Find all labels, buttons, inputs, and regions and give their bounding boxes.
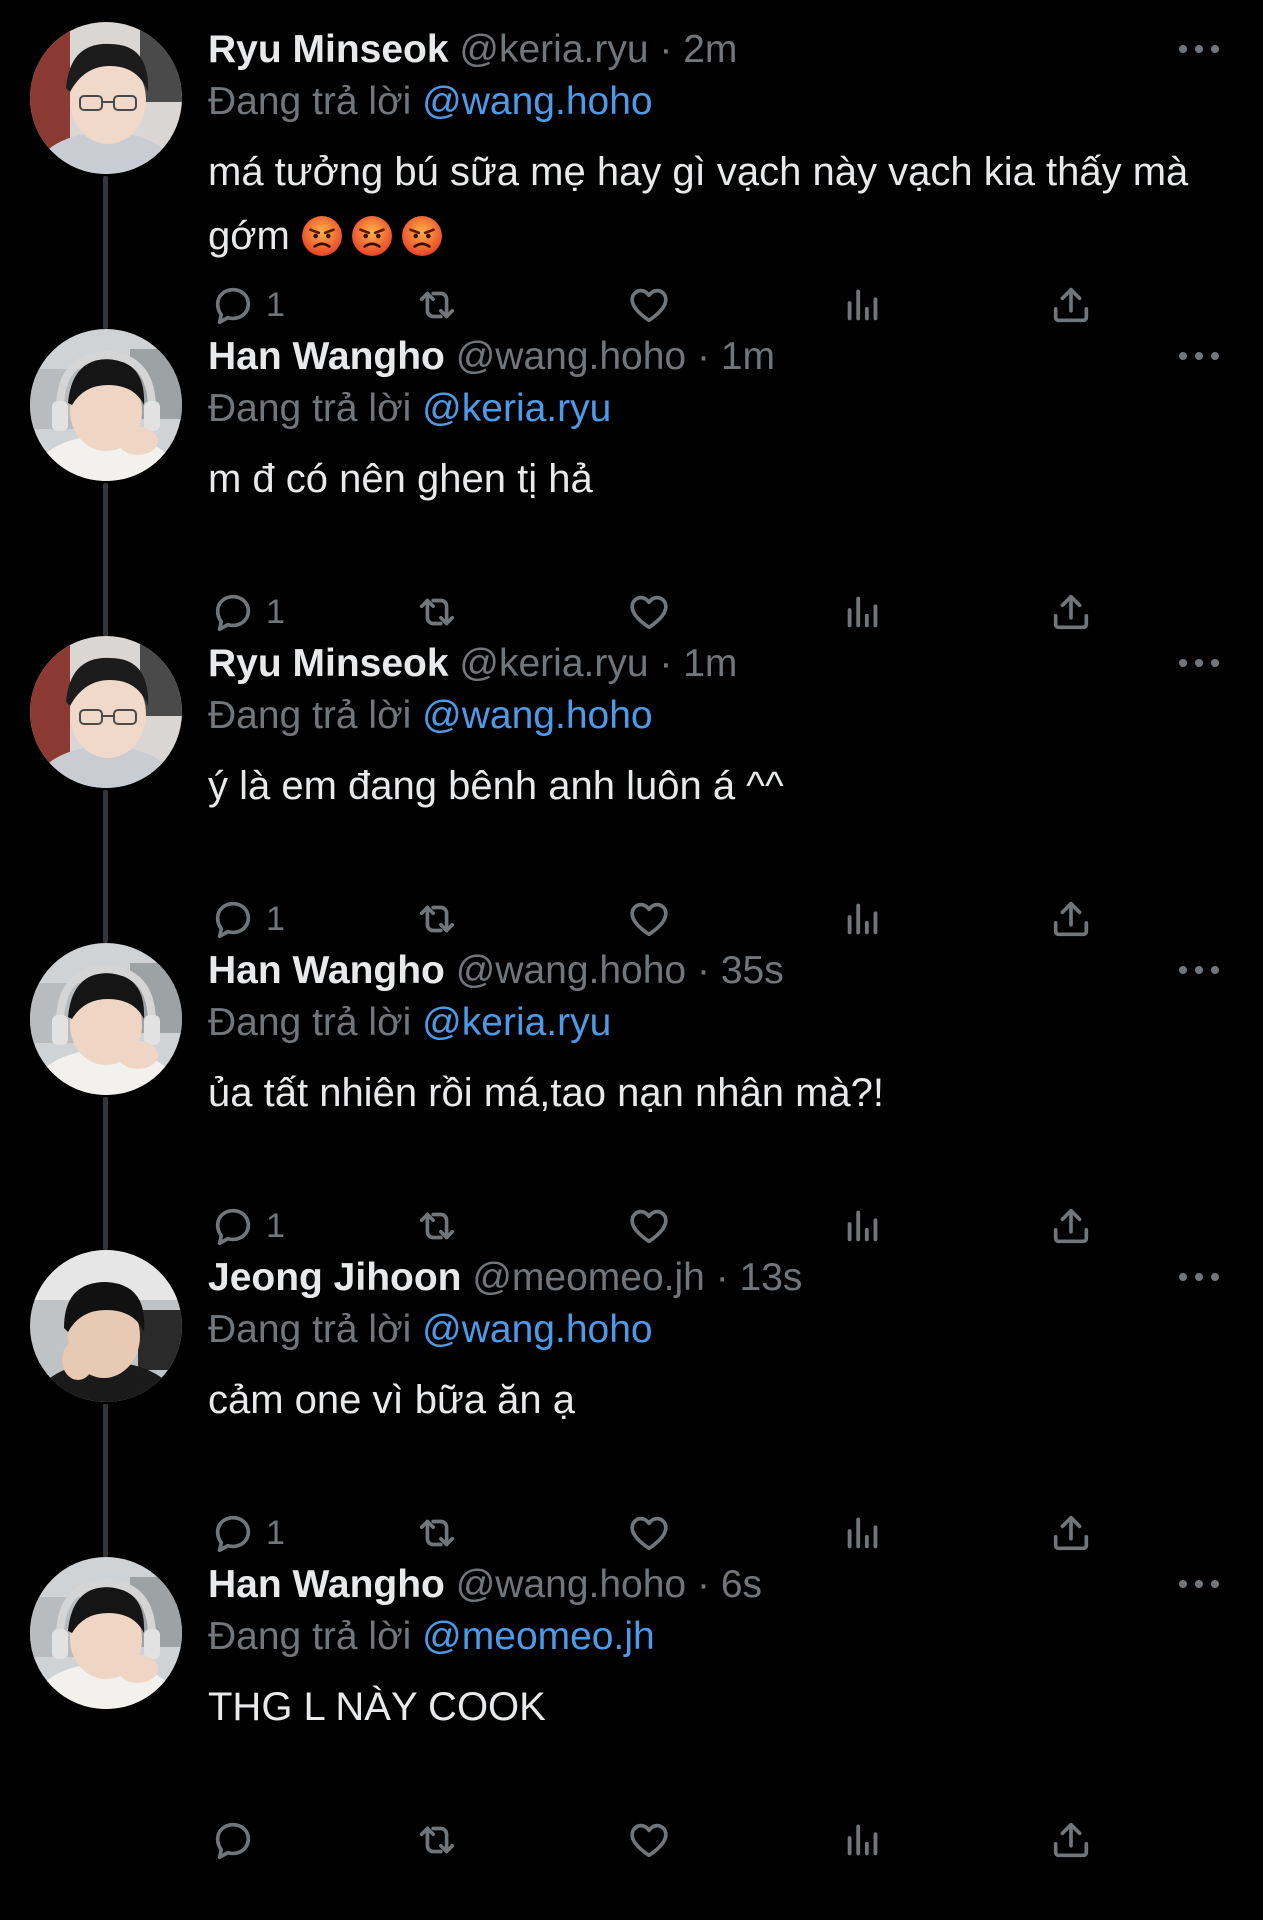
replying-to-label: Đang trả lời bbox=[208, 80, 412, 123]
separator-dot: · bbox=[659, 642, 673, 685]
avatar-han-wangho[interactable] bbox=[30, 1557, 182, 1709]
replying-to: Đang trả lời @wang.hoho bbox=[208, 1304, 653, 1356]
replying-to-label: Đang trả lời bbox=[208, 1615, 412, 1658]
separator-dot: · bbox=[696, 1563, 710, 1606]
user-handle[interactable]: @meomeo.jh bbox=[472, 1256, 705, 1299]
timestamp[interactable]: 2m bbox=[683, 28, 737, 71]
tweet[interactable]: Ryu Minseok @keria.ryu · 1m Đang trả lời … bbox=[0, 614, 1263, 943]
replying-to: Đang trả lời @wang.hoho bbox=[208, 690, 653, 742]
tweet-text-content: THG L NÀY COOK bbox=[208, 1685, 546, 1729]
angry-face-emoji bbox=[301, 215, 343, 257]
timestamp[interactable]: 6s bbox=[721, 1563, 762, 1606]
replying-to: Đang trả lời @keria.ryu bbox=[208, 997, 611, 1049]
tweet-header: Ryu Minseok @keria.ryu · 1m bbox=[208, 638, 737, 690]
retweet-icon bbox=[414, 1817, 460, 1863]
tweet[interactable]: Jeong Jihoon @meomeo.jh · 13s Đang trả lờ… bbox=[0, 1228, 1263, 1557]
replying-to-label: Đang trả lời bbox=[208, 1308, 412, 1351]
tweet-text: ý là em đang bênh anh luôn á ^^ bbox=[208, 754, 1208, 818]
views-button[interactable] bbox=[840, 1810, 886, 1870]
tweet[interactable]: Han Wangho @wang.hoho · 1m Đang trả lời @… bbox=[0, 307, 1263, 636]
avatar-han-wangho[interactable] bbox=[30, 329, 182, 481]
tweet-text-content: cảm one vì bữa ăn ạ bbox=[208, 1378, 575, 1422]
more-icon[interactable] bbox=[1177, 36, 1221, 62]
angry-face-emoji bbox=[401, 215, 443, 257]
tweet-header: Han Wangho @wang.hoho · 6s bbox=[208, 1559, 762, 1611]
tweet-text-content: ủa tất nhiên rồi má,tao nạn nhân mà?! bbox=[208, 1071, 885, 1115]
display-name[interactable]: Han Wangho bbox=[208, 335, 445, 378]
tweet[interactable]: Ryu Minseok @keria.ryu · 2m Đang trả lời … bbox=[0, 0, 1263, 329]
tweet-text-content: m đ có nên ghen tị hả bbox=[208, 457, 593, 501]
user-handle[interactable]: @wang.hoho bbox=[456, 335, 686, 378]
tweet-actions bbox=[0, 1810, 1263, 1870]
tweet-header: Ryu Minseok @keria.ryu · 2m bbox=[208, 24, 737, 76]
mention-link[interactable]: @wang.hoho bbox=[422, 80, 652, 123]
tweet-text: cảm one vì bữa ăn ạ bbox=[208, 1368, 1208, 1432]
avatar-han-wangho[interactable] bbox=[30, 943, 182, 1095]
display-name[interactable]: Ryu Minseok bbox=[208, 642, 449, 685]
more-icon[interactable] bbox=[1177, 650, 1221, 676]
angry-face-emoji bbox=[351, 215, 393, 257]
more-icon[interactable] bbox=[1177, 957, 1221, 983]
heart-button[interactable] bbox=[626, 1810, 672, 1870]
mention-link[interactable]: @wang.hoho bbox=[422, 1308, 652, 1351]
user-handle[interactable]: @keria.ryu bbox=[459, 28, 648, 71]
tweet[interactable]: Han Wangho @wang.hoho · 6s Đang trả lời @… bbox=[0, 1535, 1263, 1860]
mention-link[interactable]: @keria.ryu bbox=[422, 1001, 611, 1044]
reply-icon bbox=[210, 1817, 256, 1863]
avatar-ryu-minseok[interactable] bbox=[30, 636, 182, 788]
tweet-text: má tưởng bú sữa mẹ hay gì vạch này vạch … bbox=[208, 140, 1208, 268]
separator-dot: · bbox=[659, 28, 673, 71]
separator-dot: · bbox=[696, 335, 710, 378]
user-handle[interactable]: @wang.hoho bbox=[456, 1563, 686, 1606]
share-icon bbox=[1048, 1817, 1094, 1863]
display-name[interactable]: Han Wangho bbox=[208, 1563, 445, 1606]
replying-to-label: Đang trả lời bbox=[208, 694, 412, 737]
display-name[interactable]: Han Wangho bbox=[208, 949, 445, 992]
separator-dot: · bbox=[696, 949, 710, 992]
replying-to: Đang trả lời @meomeo.jh bbox=[208, 1611, 655, 1663]
separator-dot: · bbox=[715, 1256, 729, 1299]
conversation-thread: Ryu Minseok @keria.ryu · 2m Đang trả lời … bbox=[0, 0, 1263, 1920]
views-icon bbox=[840, 1817, 886, 1863]
more-icon[interactable] bbox=[1177, 343, 1221, 369]
user-handle[interactable]: @wang.hoho bbox=[456, 949, 686, 992]
replying-to: Đang trả lời @keria.ryu bbox=[208, 383, 611, 435]
tweet[interactable]: Han Wangho @wang.hoho · 35s Đang trả lời … bbox=[0, 921, 1263, 1250]
mention-link[interactable]: @keria.ryu bbox=[422, 387, 611, 430]
timestamp[interactable]: 35s bbox=[721, 949, 784, 992]
timestamp[interactable]: 1m bbox=[721, 335, 775, 378]
tweet-header: Jeong Jihoon @meomeo.jh · 13s bbox=[208, 1252, 802, 1304]
retweet-button[interactable] bbox=[414, 1810, 460, 1870]
heart-icon bbox=[626, 1817, 672, 1863]
timestamp[interactable]: 1m bbox=[683, 642, 737, 685]
more-icon[interactable] bbox=[1177, 1571, 1221, 1597]
replying-to: Đang trả lời @wang.hoho bbox=[208, 76, 653, 128]
replying-to-label: Đang trả lời bbox=[208, 387, 412, 430]
avatar-ryu-minseok[interactable] bbox=[30, 22, 182, 174]
tweet-text: THG L NÀY COOK bbox=[208, 1675, 1208, 1739]
tweet-text-content: ý là em đang bênh anh luôn á ^^ bbox=[208, 764, 784, 808]
mention-link[interactable]: @meomeo.jh bbox=[422, 1615, 655, 1658]
display-name[interactable]: Ryu Minseok bbox=[208, 28, 449, 71]
user-handle[interactable]: @keria.ryu bbox=[459, 642, 648, 685]
display-name[interactable]: Jeong Jihoon bbox=[208, 1256, 462, 1299]
replying-to-label: Đang trả lời bbox=[208, 1001, 412, 1044]
avatar-jeong-jihoon[interactable] bbox=[30, 1250, 182, 1402]
reply-button[interactable] bbox=[210, 1810, 266, 1870]
tweet-header: Han Wangho @wang.hoho · 35s bbox=[208, 945, 784, 997]
timestamp[interactable]: 13s bbox=[740, 1256, 803, 1299]
share-button[interactable] bbox=[1048, 1810, 1094, 1870]
tweet-header: Han Wangho @wang.hoho · 1m bbox=[208, 331, 775, 383]
tweet-text: m đ có nên ghen tị hả bbox=[208, 447, 1208, 511]
mention-link[interactable]: @wang.hoho bbox=[422, 694, 652, 737]
more-icon[interactable] bbox=[1177, 1264, 1221, 1290]
tweet-text: ủa tất nhiên rồi má,tao nạn nhân mà?! bbox=[208, 1061, 1208, 1125]
